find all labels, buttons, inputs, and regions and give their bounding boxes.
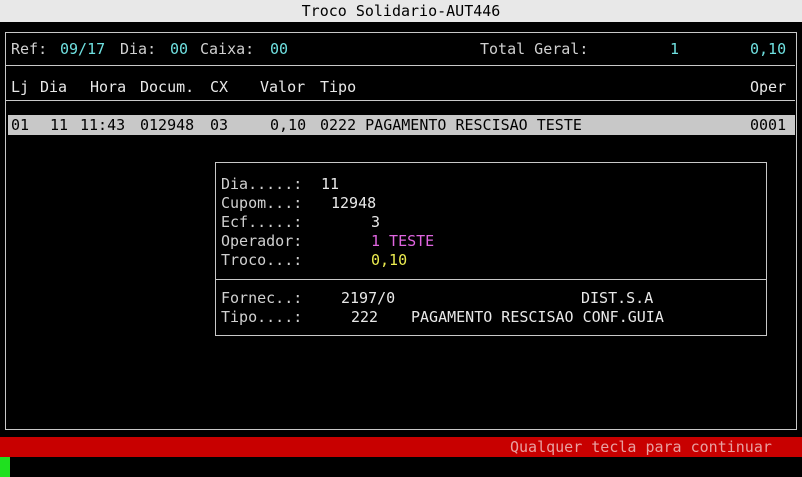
row-oper: 0001 [750, 116, 787, 134]
col-oper: Oper [750, 78, 787, 96]
detail-fornec-code: 2197/0 [341, 289, 396, 307]
caixa-label: Caixa: [200, 40, 255, 58]
dia-value: 00 [170, 40, 189, 58]
detail-operador-label: Operador: [221, 232, 303, 250]
caixa-value: 00 [270, 40, 289, 58]
status-message: Qualquer tecla para continuar [510, 438, 772, 456]
col-docum: Docum. [140, 78, 195, 96]
col-hora: Hora [90, 78, 127, 96]
detail-cupom-value: 12948 [331, 194, 377, 212]
status-bar: Qualquer tecla para continuar [0, 437, 802, 457]
row-lj: 01 [11, 116, 30, 134]
detail-troco-label: Troco...: [221, 251, 303, 269]
detail-tipo-code: 222 [351, 308, 379, 326]
col-valor: Valor [260, 78, 306, 96]
detail-ecf-value: 3 [371, 213, 381, 231]
detail-popup: Dia.....: 11 Cupom...: 12948 Ecf.....: 3… [215, 162, 767, 336]
popup-divider [216, 279, 766, 280]
detail-ecf-label: Ecf.....: [221, 213, 303, 231]
header-divider [5, 65, 795, 66]
detail-fornec-name: DIST.S.A [581, 289, 654, 307]
columns-divider [5, 100, 795, 101]
row-docum: 012948 [140, 116, 195, 134]
detail-troco-value: 0,10 [371, 251, 408, 269]
detail-cupom-label: Cupom...: [221, 194, 303, 212]
row-hora: 11:43 [80, 116, 126, 134]
col-lj: Lj [11, 78, 30, 96]
row-dia: 11 [50, 116, 69, 134]
ref-value: 09/17 [60, 40, 106, 58]
ref-label: Ref: [11, 40, 48, 58]
total-value: 0,10 [750, 40, 787, 58]
detail-tipo-label: Tipo....: [221, 308, 303, 326]
col-dia: Dia [40, 78, 68, 96]
row-valor: 0,10 [270, 116, 307, 134]
row-tipo: 0222 PAGAMENTO RESCISAO TESTE [320, 116, 582, 134]
total-label: Total Geral: [480, 40, 589, 58]
total-count: 1 [670, 40, 680, 58]
terminal-cursor [0, 457, 10, 477]
col-cx: CX [210, 78, 229, 96]
detail-operador-value: 1 TESTE [371, 232, 435, 250]
table-row[interactable]: 01 11 11:43 012948 03 0,10 0222 PAGAMENT… [8, 115, 795, 135]
row-cx: 03 [210, 116, 229, 134]
detail-tipo-desc: PAGAMENTO RESCISAO CONF.GUIA [411, 308, 664, 326]
dia-label: Dia: [120, 40, 157, 58]
detail-dia-label: Dia.....: [221, 175, 303, 193]
detail-fornec-label: Fornec..: [221, 289, 303, 307]
detail-dia-value: 11 [321, 175, 340, 193]
col-tipo: Tipo [320, 78, 357, 96]
window-title: Troco Solidario-AUT446 [0, 0, 802, 22]
